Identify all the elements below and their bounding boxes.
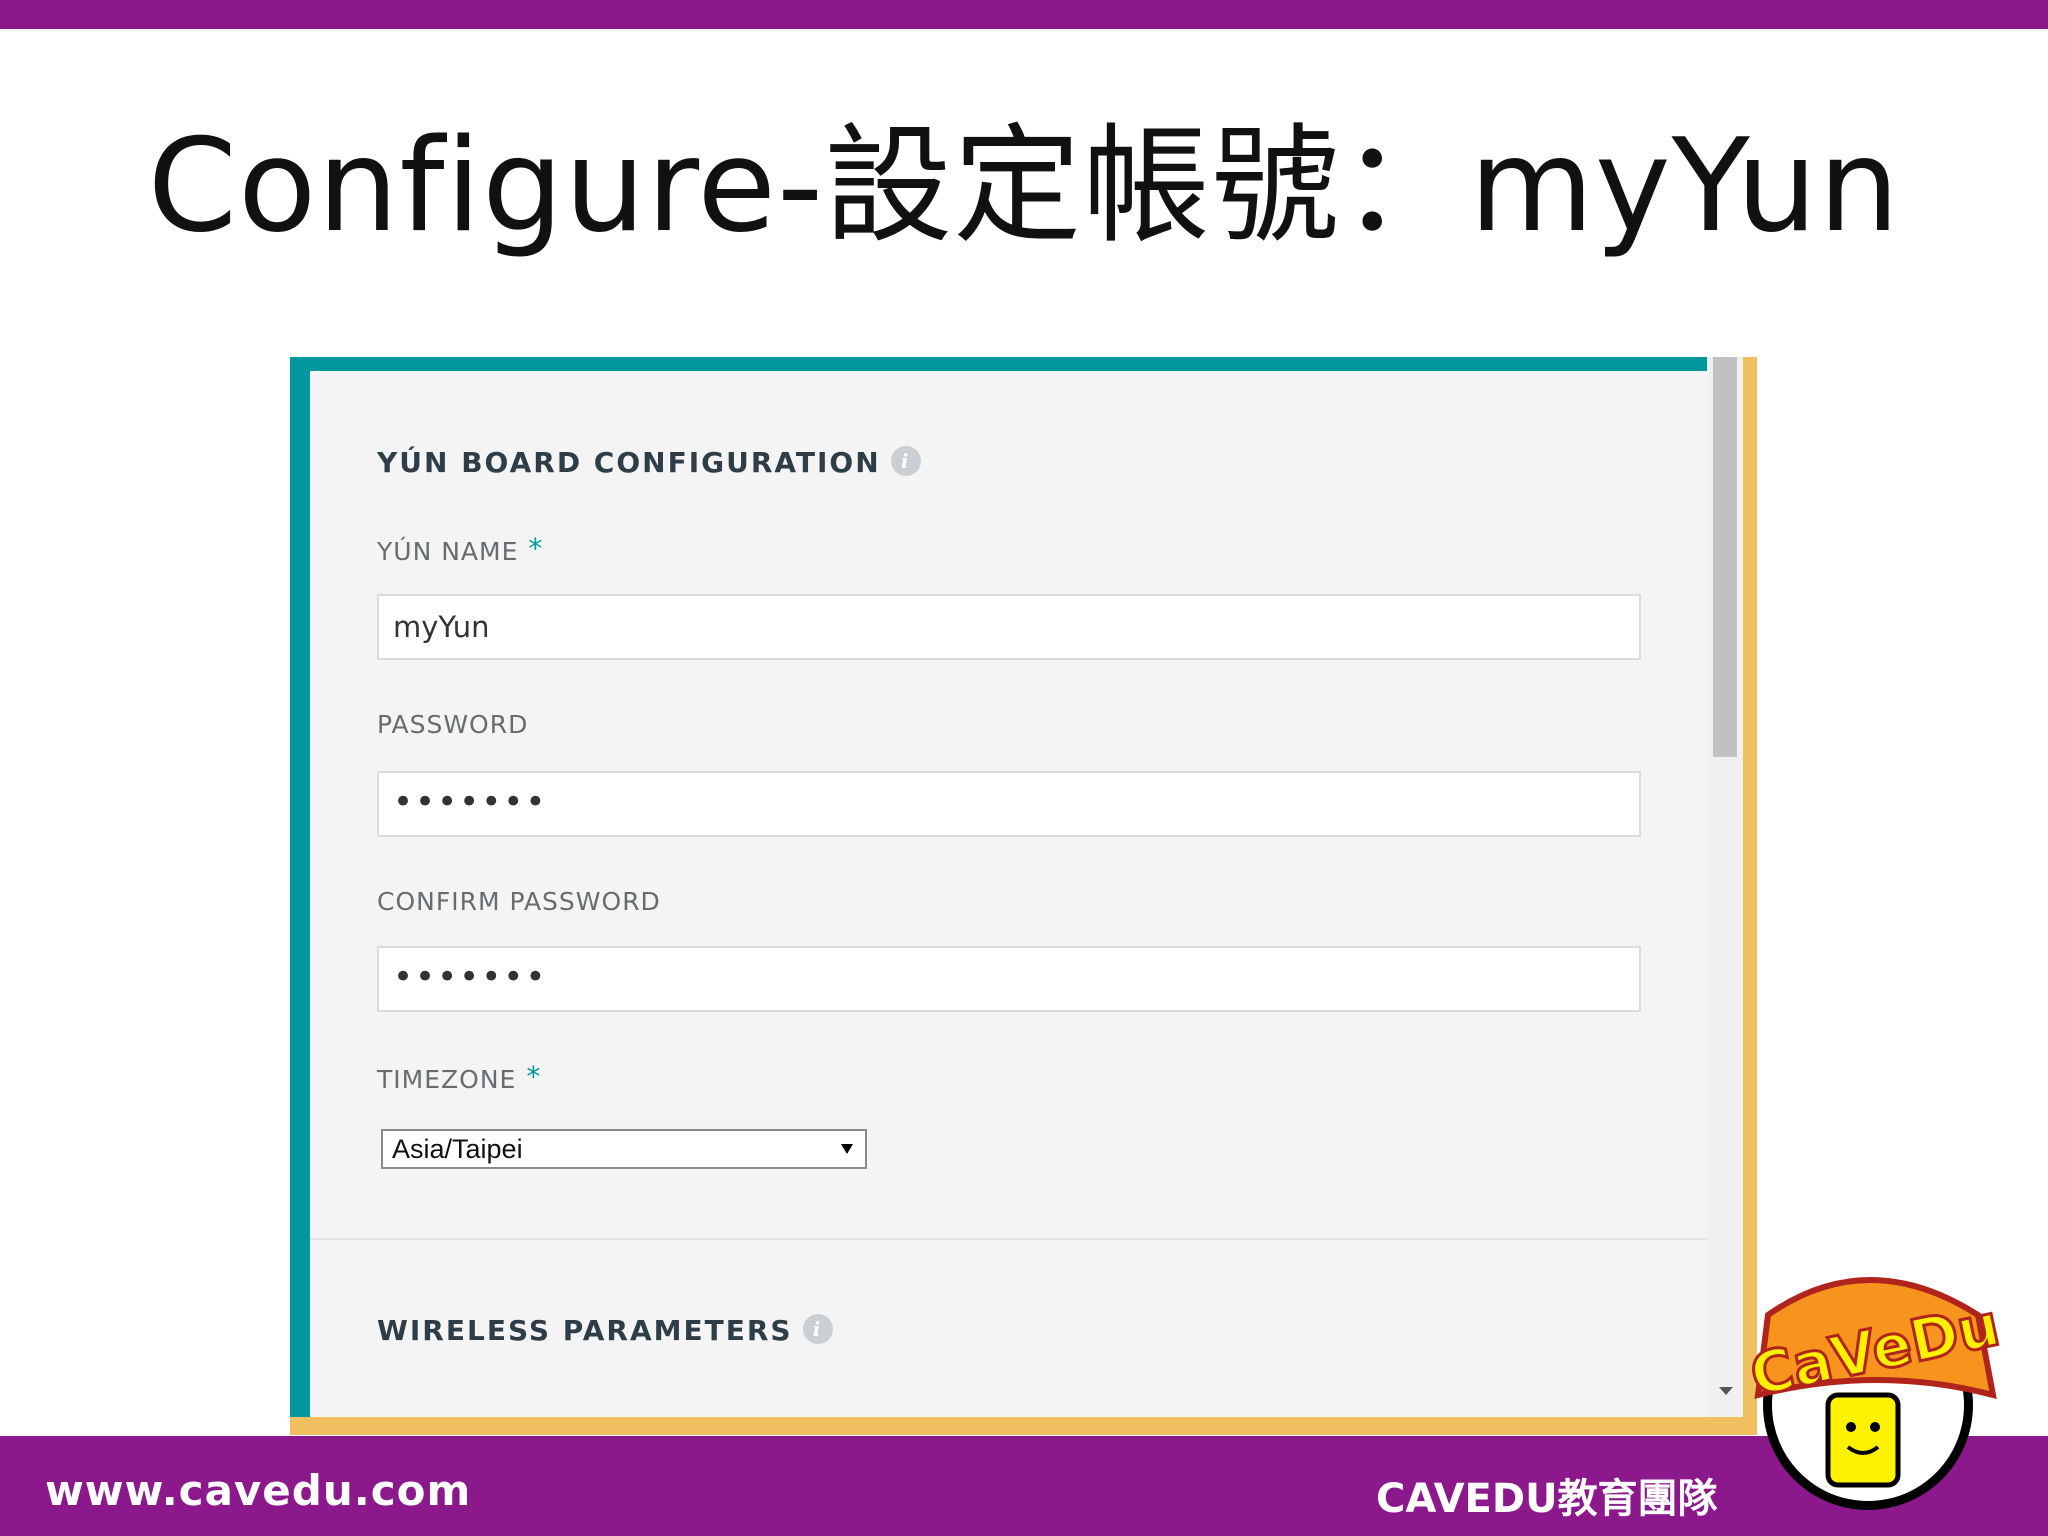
logo-eye-right — [1870, 1422, 1880, 1432]
timezone-label-text: TIMEZONE — [377, 1065, 517, 1094]
password-label: PASSWORD — [377, 710, 529, 739]
section-title-board-config: YÚN BOARD CONFIGURATION i — [377, 446, 921, 479]
required-asterisk: * — [526, 1060, 542, 1093]
config-screenshot-panel: YÚN BOARD CONFIGURATION i YÚN NAME * myYun… — [290, 357, 1757, 1435]
confirm-password-label: CONFIRM PASSWORD — [377, 887, 661, 916]
scrollbar-thumb[interactable] — [1713, 357, 1737, 757]
panel-left-border — [290, 357, 310, 1417]
timezone-label: TIMEZONE * — [377, 1060, 541, 1094]
confirm-password-input[interactable]: ••••••• — [377, 946, 1641, 1012]
cavedu-logo: CaVeDu — [1748, 1277, 2007, 1510]
logo-eye-left — [1846, 1422, 1856, 1432]
required-asterisk: * — [528, 532, 544, 565]
scroll-down-arrow-icon[interactable] — [1719, 1387, 1733, 1395]
section-title-text: YÚN BOARD CONFIGURATION — [377, 446, 881, 479]
section-title-wireless: WIRELESS PARAMETERS i — [377, 1314, 833, 1347]
yun-name-input[interactable]: myYun — [377, 594, 1641, 660]
footer-url: www.cavedu.com — [45, 1466, 472, 1515]
password-input[interactable]: ••••••• — [377, 771, 1641, 837]
slide-title: Configure-設定帳號：myYun — [147, 112, 1901, 261]
window-bottom-border — [290, 1417, 1757, 1435]
yun-name-label-text: YÚN NAME — [377, 537, 519, 566]
vertical-scrollbar[interactable] — [1707, 357, 1743, 1417]
timezone-select[interactable]: Asia/Taipei — [381, 1129, 867, 1169]
section-title-text: WIRELESS PARAMETERS — [377, 1314, 793, 1347]
slide-top-bar — [0, 0, 2048, 29]
section-divider — [310, 1238, 1707, 1240]
info-icon[interactable]: i — [802, 1314, 833, 1344]
info-icon[interactable]: i — [890, 446, 921, 476]
logo-character — [1825, 1392, 1901, 1488]
footer-brand: CAVEDU教育團隊 — [1376, 1476, 1718, 1522]
yun-name-label: YÚN NAME * — [377, 532, 543, 566]
chevron-down-icon — [841, 1144, 853, 1154]
timezone-selected-value: Asia/Taipei — [392, 1134, 523, 1164]
panel-top-border — [290, 357, 1707, 371]
